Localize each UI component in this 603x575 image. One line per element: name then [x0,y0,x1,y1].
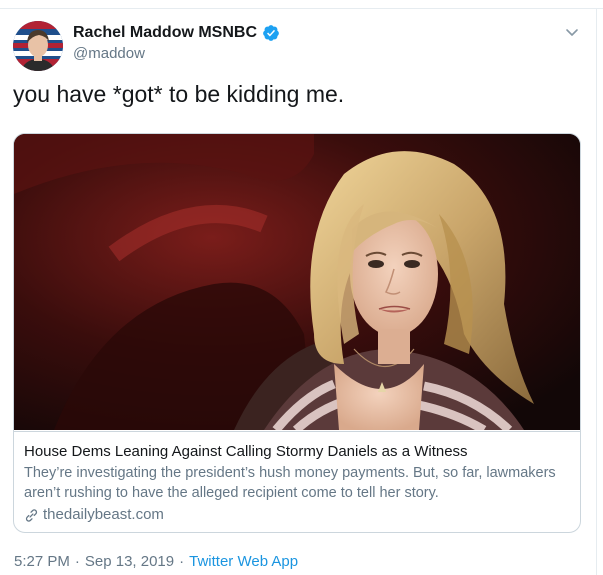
link-icon [24,508,39,523]
tweet-source-link[interactable]: Twitter Web App [189,552,298,572]
avatar[interactable] [13,21,63,71]
card-domain[interactable]: thedailybeast.com [43,505,164,525]
chevron-down-icon[interactable] [564,24,580,40]
card-title[interactable]: House Dems Leaning Against Calling Storm… [24,442,570,462]
verified-badge-icon [262,24,280,42]
display-name[interactable]: Rachel Maddow MSNBC [73,23,257,43]
tweet-date[interactable]: Sep 13, 2019 [85,552,174,572]
card-description: They’re investigating the president’s hu… [24,465,556,501]
link-preview-card[interactable]: House Dems Leaning Against Calling Storm… [13,133,581,533]
meta-separator: · [74,553,80,570]
tweet-time[interactable]: 5:27 PM [14,552,70,572]
article-photo[interactable] [14,134,580,430]
tweet-text: you have *got* to be kidding me. [13,81,345,107]
card-domain-row[interactable]: thedailybeast.com [24,505,570,525]
tweet: Rachel Maddow MSNBC @maddow you have *go… [0,0,596,575]
card-text-area[interactable]: House Dems Leaning Against Calling Storm… [14,431,580,532]
author-name-row[interactable]: Rachel Maddow MSNBC [73,23,280,43]
right-divider [596,8,597,575]
tweet-meta: 5:27 PM · Sep 13, 2019 · Twitter Web App [14,552,298,572]
author-handle[interactable]: @maddow [73,45,145,63]
meta-separator-2: · [179,553,185,570]
